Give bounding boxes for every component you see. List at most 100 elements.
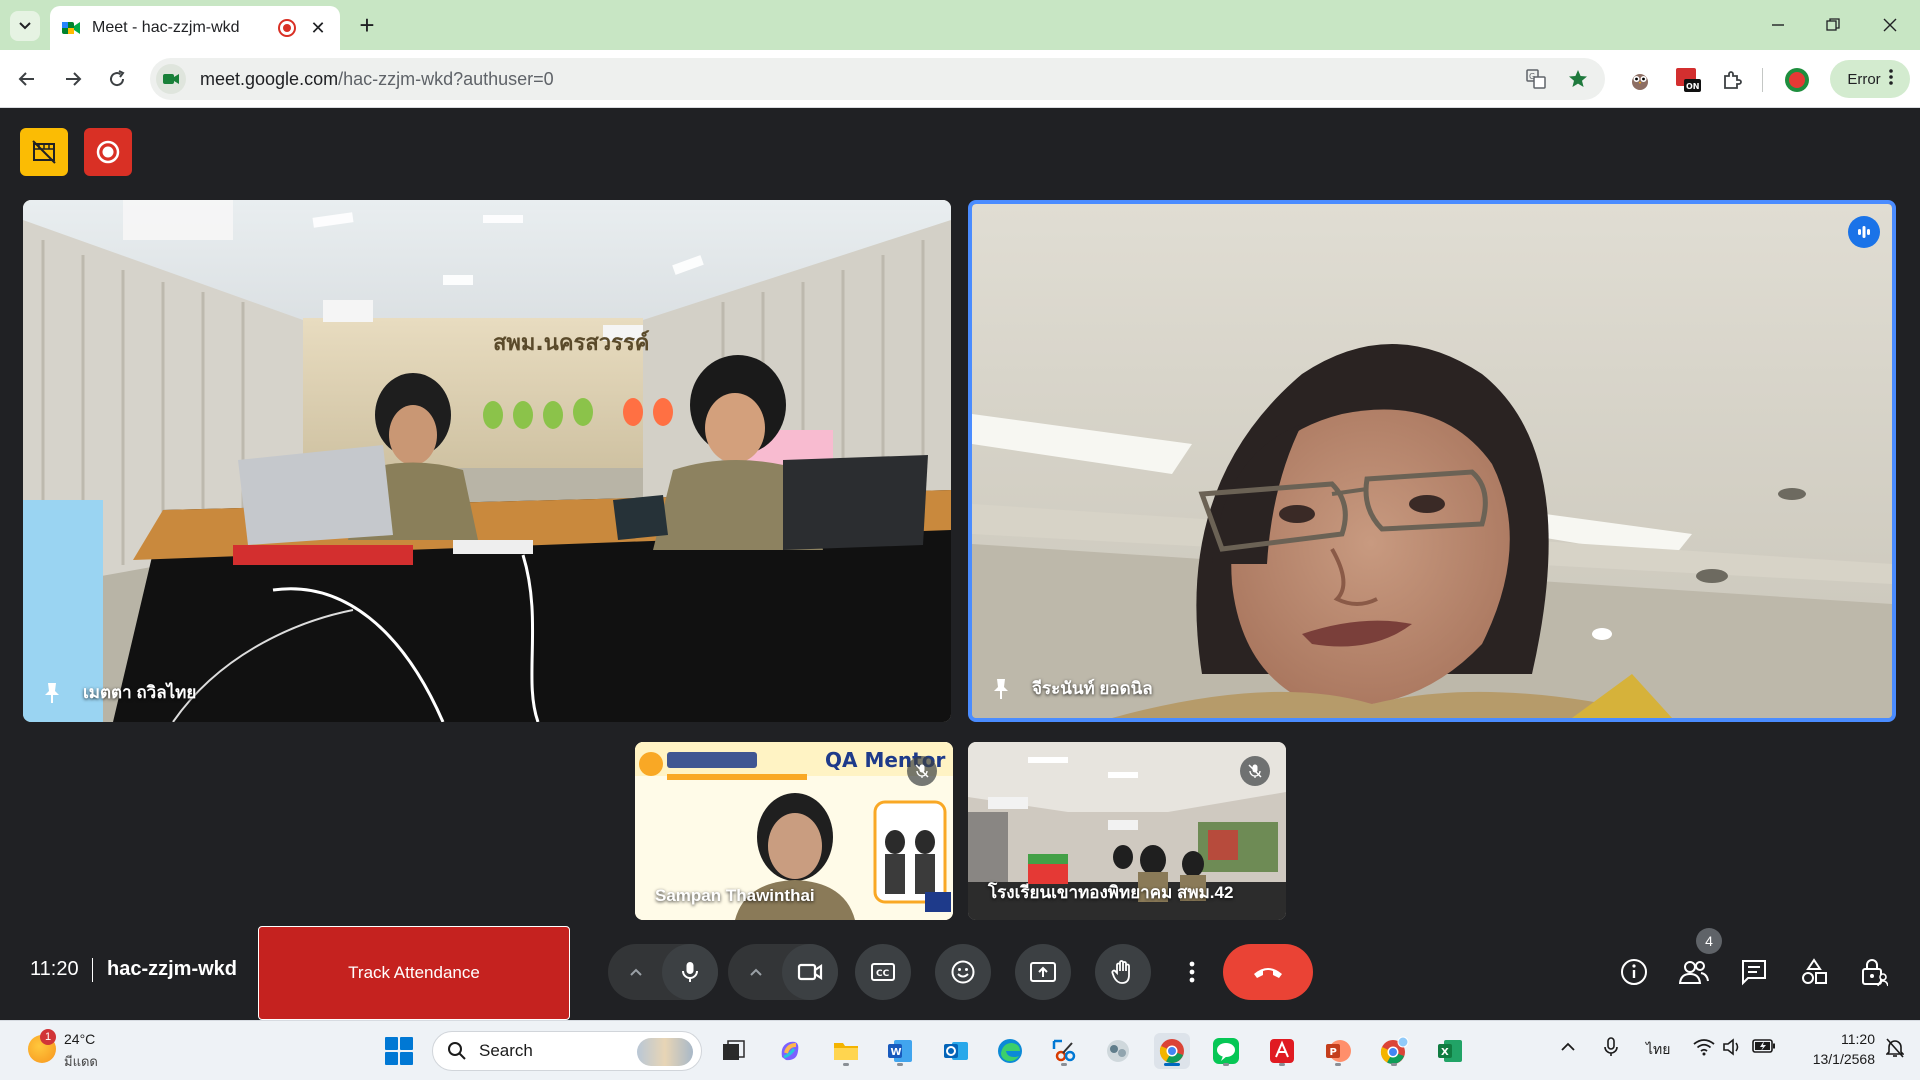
volume-icon[interactable] bbox=[1722, 1038, 1742, 1059]
weather-condition: มีแดด bbox=[64, 1054, 98, 1069]
running-indicator bbox=[1335, 1063, 1341, 1066]
minimize-window-icon[interactable] bbox=[1758, 8, 1798, 42]
record-icon bbox=[96, 140, 120, 164]
taskbar-search-box[interactable]: Search bbox=[432, 1031, 702, 1071]
reload-button[interactable] bbox=[102, 64, 132, 94]
participant-tile-4[interactable]: โรงเรียนเขาทองพิทยาคม สพม.42 bbox=[968, 742, 1286, 920]
people-button[interactable] bbox=[1676, 954, 1712, 990]
windows-taskbar: 1 24°C มีแดด Search W P X ไทย 11:20 13/1… bbox=[0, 1020, 1920, 1080]
chrome-icon[interactable] bbox=[1154, 1033, 1190, 1069]
microphone-button[interactable] bbox=[662, 944, 718, 1000]
chrome-profile-icon[interactable] bbox=[1376, 1033, 1412, 1069]
leave-call-button[interactable] bbox=[1223, 944, 1313, 1000]
closed-captions-icon: CC bbox=[871, 963, 895, 981]
chat-icon bbox=[1742, 960, 1766, 986]
emoji-icon bbox=[951, 960, 975, 984]
raise-hand-button[interactable] bbox=[1095, 944, 1151, 1000]
browser-toolbar: meet.google.com/hac-zzjm-wkd?authuser=0 … bbox=[0, 50, 1920, 108]
participant-tile-2-active-speaker[interactable]: จีระนันท์ ยอดนิล bbox=[968, 200, 1896, 722]
video-options-chevron-icon[interactable] bbox=[746, 962, 766, 982]
translate-icon[interactable]: G bbox=[1521, 64, 1551, 94]
participant-tile-3[interactable]: QA Mentor Sampan Thawinthai bbox=[635, 742, 953, 920]
hang-up-icon bbox=[1254, 968, 1282, 978]
audio-control-group bbox=[608, 944, 718, 1000]
bookmark-star-icon[interactable] bbox=[1563, 64, 1593, 94]
video-off-icon bbox=[32, 140, 56, 164]
recording-indicator-icon bbox=[278, 19, 296, 37]
participant-tile-1[interactable]: สพม.นครสวรรค์ เมตตา ถวิลไทย bbox=[23, 200, 951, 722]
taskbar-clock-time[interactable]: 11:20 bbox=[1795, 1031, 1875, 1047]
more-vertical-icon bbox=[1189, 961, 1195, 983]
close-tab-icon[interactable]: ✕ bbox=[308, 18, 328, 39]
copilot-icon[interactable] bbox=[772, 1033, 808, 1069]
meet-stage: สพม.นครสวรรค์ เมตตา ถวิลไทย จีระนันท์ ยอ… bbox=[0, 108, 1920, 1020]
reload-icon bbox=[110, 70, 125, 87]
running-indicator bbox=[1061, 1063, 1067, 1066]
line-app-icon[interactable] bbox=[1208, 1033, 1244, 1069]
meeting-clock: 11:20 bbox=[30, 958, 79, 980]
back-button[interactable] bbox=[12, 64, 42, 94]
excel-icon[interactable]: X bbox=[1432, 1033, 1468, 1069]
search-label: Search bbox=[479, 1041, 533, 1060]
host-controls-button[interactable] bbox=[1856, 954, 1892, 990]
more-options-button[interactable] bbox=[1175, 944, 1209, 1000]
chat-button[interactable] bbox=[1736, 954, 1772, 990]
outlook-icon[interactable] bbox=[938, 1033, 974, 1069]
participant-name: Sampan Thawinthai bbox=[655, 886, 815, 905]
microphone-in-use-icon[interactable] bbox=[1604, 1037, 1618, 1060]
browser-tab-meet[interactable]: Meet - hac-zzjm-wkd ✕ bbox=[50, 6, 340, 50]
audio-options-chevron-icon[interactable] bbox=[626, 962, 646, 982]
participant-name: เมตตา ถวิลไทย bbox=[83, 683, 197, 702]
taskbar-clock-date[interactable]: 13/1/2568 bbox=[1795, 1051, 1875, 1067]
captions-button[interactable]: CC bbox=[855, 944, 911, 1000]
windows-start-icon[interactable] bbox=[385, 1037, 413, 1065]
microphone-icon bbox=[682, 962, 698, 982]
track-attendance-button[interactable]: Track Attendance bbox=[258, 926, 570, 1020]
close-window-icon[interactable] bbox=[1870, 8, 1910, 42]
pin-icon[interactable] bbox=[986, 674, 1016, 704]
video-camera-icon bbox=[797, 963, 823, 981]
word-icon[interactable]: W bbox=[882, 1033, 918, 1069]
powerpoint-icon[interactable]: P bbox=[1320, 1033, 1356, 1069]
svg-text:CC: CC bbox=[876, 969, 890, 979]
people-count-badge: 4 bbox=[1696, 928, 1722, 954]
on-extension-icon[interactable]: ON bbox=[1674, 66, 1702, 94]
new-tab-button[interactable]: + bbox=[352, 10, 382, 41]
running-indicator bbox=[1164, 1063, 1180, 1066]
file-explorer-icon[interactable] bbox=[828, 1033, 864, 1069]
tab-search-button[interactable] bbox=[10, 11, 40, 41]
extensions-puzzle-icon[interactable] bbox=[1718, 66, 1746, 94]
url-text[interactable]: meet.google.com/hac-zzjm-wkd?authuser=0 bbox=[200, 69, 1521, 90]
meeting-details-button[interactable] bbox=[1616, 954, 1652, 990]
owl-extension-icon[interactable] bbox=[1626, 66, 1654, 94]
profile-error-button[interactable]: Error bbox=[1830, 60, 1910, 98]
snipping-tool-icon[interactable] bbox=[1046, 1033, 1082, 1069]
captions-recording-off-button[interactable] bbox=[20, 128, 68, 176]
restore-window-icon[interactable] bbox=[1813, 8, 1853, 42]
present-screen-button[interactable] bbox=[1015, 944, 1071, 1000]
site-info-icon[interactable] bbox=[156, 64, 186, 94]
battery-charging-icon[interactable] bbox=[1752, 1039, 1776, 1056]
forward-button[interactable] bbox=[58, 64, 88, 94]
input-language-indicator[interactable]: ไทย bbox=[1646, 1039, 1670, 1061]
reactions-button[interactable] bbox=[935, 944, 991, 1000]
people-icon bbox=[1679, 961, 1709, 984]
edge-icon[interactable] bbox=[992, 1033, 1028, 1069]
recording-button[interactable] bbox=[84, 128, 132, 176]
toolbar-divider bbox=[1762, 68, 1763, 92]
address-bar[interactable]: meet.google.com/hac-zzjm-wkd?authuser=0 … bbox=[150, 58, 1605, 100]
task-view-icon[interactable] bbox=[716, 1033, 752, 1069]
participant-name: จีระนันท์ ยอดนิล bbox=[1032, 679, 1153, 698]
camera-button[interactable] bbox=[782, 944, 838, 1000]
svg-text:P: P bbox=[1330, 1047, 1337, 1058]
pin-icon[interactable] bbox=[37, 678, 67, 708]
wifi-icon[interactable] bbox=[1693, 1038, 1715, 1059]
profile-error-label: Error bbox=[1847, 70, 1881, 88]
photos-app-icon[interactable] bbox=[1100, 1033, 1136, 1069]
profile-avatar[interactable] bbox=[1783, 66, 1811, 94]
speaking-indicator-icon bbox=[1848, 216, 1880, 248]
acrobat-icon[interactable] bbox=[1264, 1033, 1300, 1069]
notifications-bell-icon[interactable] bbox=[1885, 1038, 1905, 1061]
show-hidden-icons-chevron-icon[interactable] bbox=[1560, 1039, 1576, 1055]
activities-button[interactable] bbox=[1796, 954, 1832, 990]
